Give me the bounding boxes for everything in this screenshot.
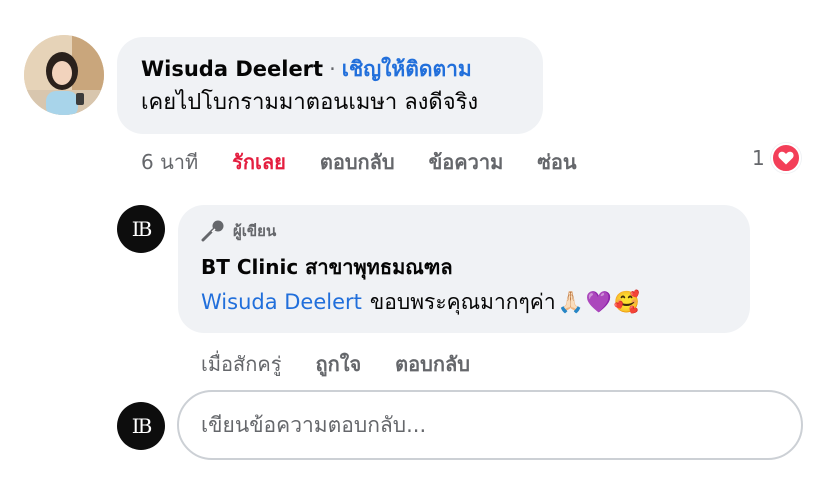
- reply-actions: เมื่อสักครู่ ถูกใจ ตอบกลับ: [201, 348, 504, 380]
- separator-dot: ·: [329, 57, 336, 81]
- mention-link[interactable]: Wisuda Deelert: [201, 286, 362, 318]
- reply-reply-button[interactable]: ตอบกลับ: [395, 348, 470, 380]
- microphone-icon: [201, 220, 224, 242]
- message-button[interactable]: ข้อความ: [429, 146, 504, 178]
- love-reaction-icon: [770, 143, 801, 173]
- like-button[interactable]: ถูกใจ: [315, 348, 361, 380]
- commenter-photo: [24, 35, 104, 115]
- hide-button[interactable]: ซ่อน: [537, 146, 576, 178]
- author-badge-label: ผู้เขียน: [233, 222, 277, 240]
- reply-timestamp[interactable]: เมื่อสักครู่: [201, 348, 281, 380]
- love-button[interactable]: รักเลย: [232, 146, 286, 178]
- reply-button[interactable]: ตอบกลับ: [320, 146, 395, 178]
- comment-actions: 6 นาที รักเลย ตอบกลับ ข้อความ ซ่อน: [141, 146, 611, 178]
- reaction-summary[interactable]: 1: [752, 143, 801, 173]
- comment-author-name[interactable]: Wisuda Deelert: [141, 55, 323, 83]
- comment-timestamp[interactable]: 6 นาที: [141, 146, 198, 178]
- reply-bubble: ผู้เขียน BT Clinic สาขาพุทธมณฑล Wisuda D…: [178, 205, 750, 333]
- commenter-avatar[interactable]: [24, 35, 104, 115]
- praying-hands-emoji: 🙏🏻: [557, 290, 584, 314]
- invite-follow-link[interactable]: เชิญให้ติดตาม: [342, 55, 472, 83]
- comment-header: Wisuda Deelert · เชิญให้ติดตาม: [141, 55, 519, 83]
- page-avatar[interactable]: IB: [117, 205, 165, 253]
- reply-message: ขอบพระคุณมากๆค่า: [369, 290, 556, 314]
- comment-text: เคยไปโบกรามมาตอนเมษา ลงดีจริง: [141, 90, 479, 115]
- reply-input[interactable]: [201, 413, 779, 437]
- reply-author-name[interactable]: BT Clinic สาขาพุทธมณฑล: [201, 252, 726, 282]
- composer-avatar: IB: [117, 402, 165, 450]
- author-badge: ผู้เขียน: [201, 220, 726, 242]
- reply-composer[interactable]: [177, 390, 803, 460]
- composer-avatar-monogram: IB: [131, 414, 153, 438]
- smiling-face-hearts-emoji: 🥰: [613, 290, 641, 314]
- comment-bubble: Wisuda Deelert · เชิญให้ติดตาม เคยไปโบกร…: [117, 37, 543, 134]
- reply-text: Wisuda Deelert ขอบพระคุณมากๆค่า 🙏🏻 💜 🥰: [201, 286, 726, 318]
- reaction-count: 1: [752, 146, 765, 170]
- purple-heart-emoji: 💜: [585, 290, 612, 314]
- page-avatar-monogram: IB: [131, 217, 153, 241]
